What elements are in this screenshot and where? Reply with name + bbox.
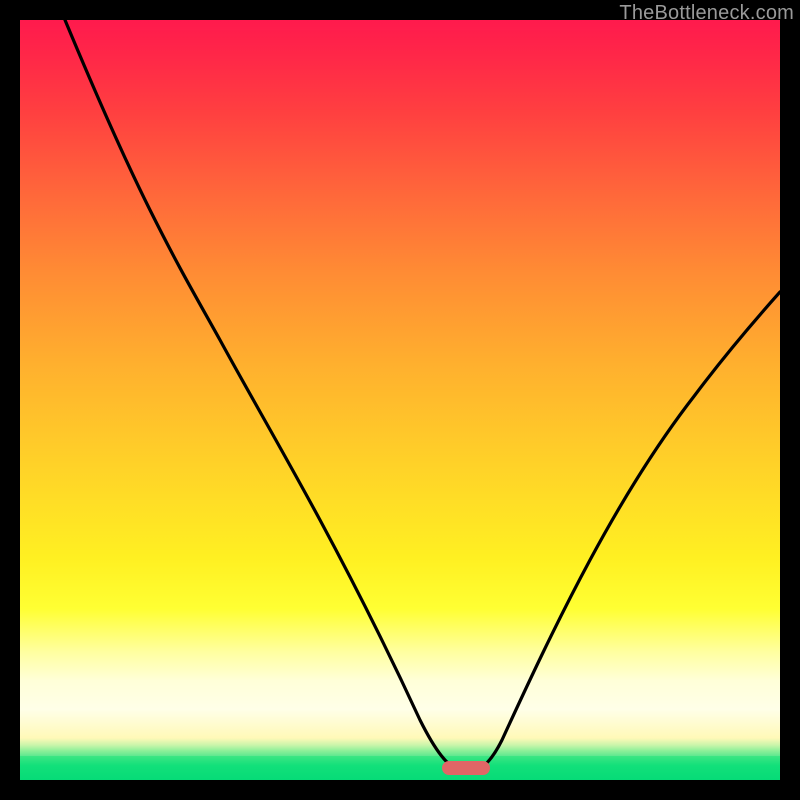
optimal-range-marker <box>442 761 490 775</box>
chart-frame: TheBottleneck.com <box>0 0 800 800</box>
curve-path <box>65 20 780 772</box>
plot-area <box>20 20 780 780</box>
bottleneck-curve <box>20 20 780 780</box>
